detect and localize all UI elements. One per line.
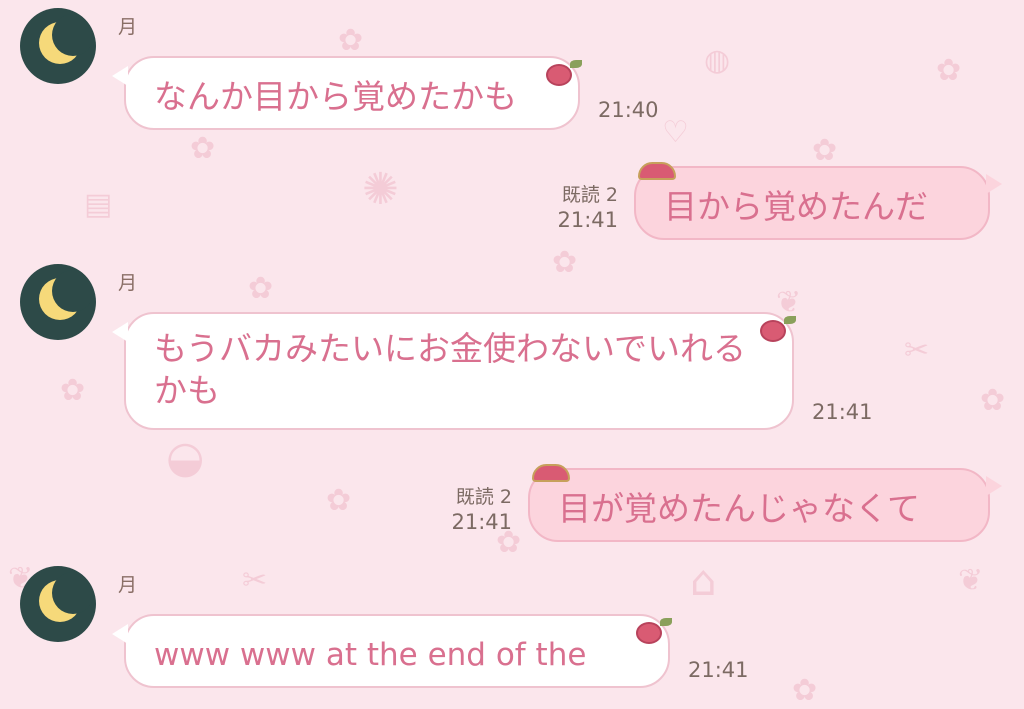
rose-icon: [546, 60, 582, 86]
incoming-message-bubble[interactable]: もうバカみたいにお金使わないでいれるかも: [112, 312, 796, 430]
flower-decoration-icon: ✿: [812, 133, 838, 168]
sender-name: 月: [118, 574, 138, 596]
scissors-decoration-icon: ✂: [242, 563, 268, 598]
flower-decoration-icon: ✿: [338, 23, 364, 58]
flower-decoration-icon: ✿: [792, 673, 818, 708]
spool-decoration-icon: ◍: [704, 43, 731, 78]
outgoing-message-bubble[interactable]: 目から覚めたんだ: [634, 162, 1002, 240]
flower-decoration-icon: ✿: [326, 483, 352, 518]
basket-decoration-icon: ▤: [84, 187, 113, 222]
ribbon-decoration-icon: ❦: [776, 285, 802, 320]
incoming-message-bubble[interactable]: なんか目から覚めたかも: [112, 56, 582, 130]
flower-decoration-icon: ✿: [248, 271, 274, 306]
basket-decoration-icon: ◒: [166, 432, 205, 483]
sewing-machine-decoration-icon: ⌂: [690, 556, 717, 605]
flower-decoration-icon: ✿: [936, 53, 962, 88]
sender-name: 月: [118, 16, 138, 38]
message-text: 目が覚めたんじゃなくて: [558, 489, 921, 528]
chat-area[interactable]: ✿ ◍ ✿ ♡ ✿ ✿ ✺ ▤ ✿ ✿ ❦ ✂ ✿ ✿ ◒ ✿ ✿ ❦ ✂ ⌂ …: [0, 0, 1024, 709]
read-receipt: 既読 2: [561, 184, 618, 206]
hat-icon: [638, 162, 676, 180]
message-time: 21:41: [688, 658, 749, 682]
message-text: 目から覚めたんだ: [664, 187, 928, 226]
flower-decoration-icon: ✿: [552, 245, 578, 280]
doily-decoration-icon: ✺: [362, 164, 399, 215]
ribbon-decoration-icon: ❦: [958, 563, 984, 598]
sender-avatar[interactable]: [20, 8, 96, 84]
flower-decoration-icon: ✿: [980, 383, 1006, 418]
sender-name: 月: [118, 272, 138, 294]
message-time: 21:41: [557, 208, 618, 232]
read-receipt: 既読 2: [455, 486, 512, 508]
message-time: 21:41: [451, 510, 512, 534]
scissors-decoration-icon: ✂: [904, 333, 930, 368]
flower-decoration-icon: ✿: [60, 373, 86, 408]
message-text: もうバカみたいにお金使わないでいれるかも: [154, 329, 747, 410]
rose-icon: [760, 316, 796, 342]
rose-icon: [636, 618, 672, 644]
message-time: 21:40: [598, 98, 659, 122]
heart-decoration-icon: ♡: [662, 115, 689, 150]
sender-avatar[interactable]: [20, 264, 96, 340]
flower-decoration-icon: ✿: [190, 131, 216, 166]
message-time: 21:41: [812, 400, 873, 424]
message-text: なんか目から覚めたかも: [154, 77, 517, 116]
hat-icon: [532, 464, 570, 482]
incoming-message-bubble[interactable]: www www at the end of the: [112, 614, 672, 688]
message-text: www www at the end of the: [154, 637, 587, 673]
outgoing-message-bubble[interactable]: 目が覚めたんじゃなくて: [528, 464, 1002, 542]
sender-avatar[interactable]: [20, 566, 96, 642]
